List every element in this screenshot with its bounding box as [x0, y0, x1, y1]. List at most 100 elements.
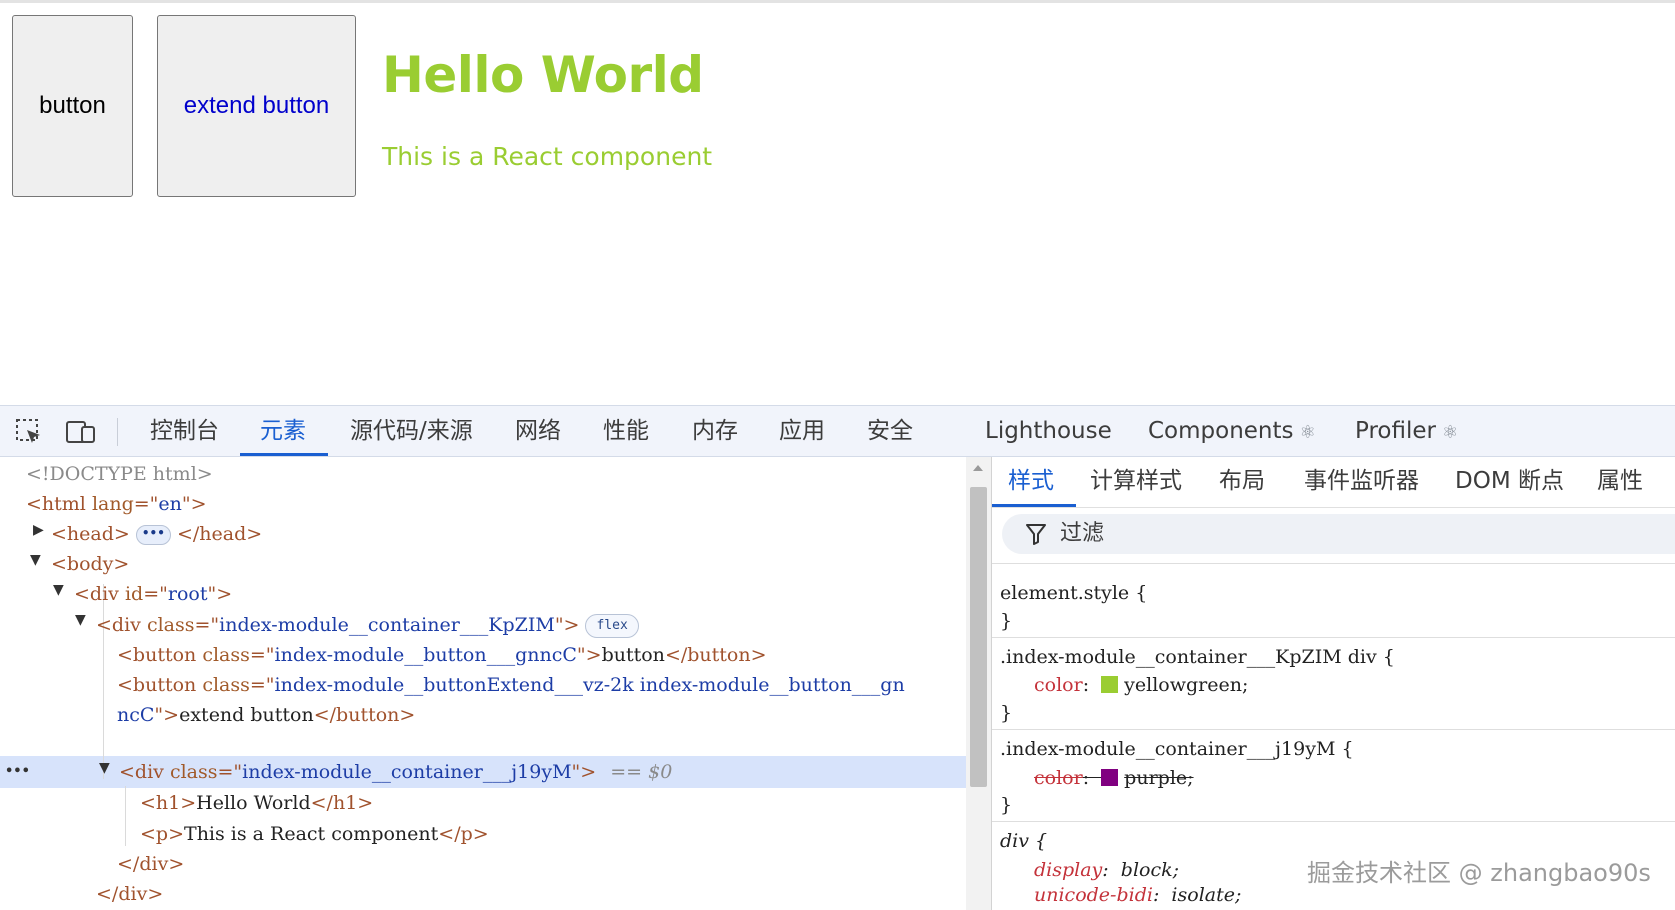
scrollbar-thumb[interactable] — [970, 487, 987, 787]
tab-profiler[interactable]: Profiler ⚛ — [1355, 406, 1458, 456]
tab-memory[interactable]: 内存 — [692, 406, 738, 456]
collapsed-content-ellipsis[interactable]: ••• — [135, 525, 171, 545]
expand-triangle-icon[interactable]: ▶ — [33, 522, 44, 538]
rule-separator — [992, 637, 1675, 638]
attr-name: class — [202, 674, 250, 696]
elements-tree: <!DOCTYPE html> <html lang="en"> ▶ <head… — [0, 457, 966, 910]
rule1-declaration[interactable]: color: yellowgreen; — [1034, 671, 1248, 699]
tag-name: button — [132, 674, 197, 696]
watermark: 掘金技术社区 @ zhangbao90s — [1307, 859, 1651, 887]
button-node[interactable]: <button class="index-module__button___gn… — [117, 640, 767, 670]
devtools-panel: 控制台 元素 源代码/来源 网络 性能 内存 应用 安全 Lighthouse … — [0, 405, 1675, 910]
styles-tabbar: 样式 计算样式 布局 事件监听器 DOM 断点 属性 — [992, 457, 1675, 508]
property-value: block; — [1120, 859, 1180, 881]
rule-close-brace: } — [1000, 610, 1013, 632]
tab-performance[interactable]: 性能 — [603, 406, 649, 456]
property-name: display — [1034, 859, 1103, 881]
styles-pane: 样式 计算样式 布局 事件监听器 DOM 断点 属性 过滤 element.st… — [992, 457, 1675, 910]
rule-separator — [992, 729, 1675, 730]
tag-name: head — [66, 523, 114, 545]
tab-security[interactable]: 安全 — [867, 406, 913, 456]
tab-components[interactable]: Components ⚛ — [1148, 406, 1316, 456]
node-text: Hello World — [196, 792, 311, 814]
node-text: extend button — [179, 704, 314, 726]
color-swatch[interactable] — [1101, 769, 1119, 786]
react-logo-icon: ⚛ — [1299, 422, 1316, 443]
device-toolbar-icon[interactable] — [66, 417, 96, 447]
tab-styles[interactable]: 样式 — [1008, 457, 1054, 505]
selected-container-div-node[interactable]: <div class="index-module__container___j1… — [119, 757, 672, 787]
active-tab-indicator — [240, 453, 328, 456]
element-style-selector[interactable]: element.style { — [1000, 579, 1147, 607]
rule-separator — [992, 821, 1675, 822]
row-options-menu[interactable]: ••• — [5, 757, 30, 787]
node-text: This is a React component — [184, 823, 439, 845]
closing-div-node[interactable]: </div> — [117, 849, 184, 879]
tag-name: button — [336, 704, 400, 726]
rule1-selector[interactable]: .index-module__container___KpZIM div { — [1000, 643, 1395, 671]
tab-properties[interactable]: 属性 — [1597, 457, 1643, 505]
doctype-node[interactable]: <!DOCTYPE html> — [26, 459, 213, 489]
extend-button-node-continued[interactable]: ncC">extend button</button> — [117, 700, 415, 730]
tab-dom-breakpoints[interactable]: DOM 断点 — [1455, 457, 1564, 505]
active-tab-indicator — [992, 504, 1076, 507]
attr-value: index-module__button___gnncC — [274, 644, 577, 666]
attr-value: index-module__buttonExtend___vz-2k index… — [274, 674, 905, 696]
h1-node[interactable]: <h1>Hello World</h1> — [140, 788, 373, 818]
tag-name: div — [139, 853, 169, 875]
extend-button-node[interactable]: <button class="index-module__buttonExten… — [117, 670, 905, 700]
p-node[interactable]: <p>This is a React component</p> — [140, 819, 489, 849]
tag-name: body — [66, 553, 114, 575]
collapse-triangle-icon[interactable]: ▼ — [99, 760, 110, 776]
tab-layout[interactable]: 布局 — [1219, 457, 1265, 505]
page-heading: Hello World — [382, 46, 704, 104]
container-div-node[interactable]: <div class="index-module__container___Kp… — [96, 610, 639, 640]
head-node[interactable]: <head> ••• </head> — [51, 519, 262, 549]
devtools-toolbar: 控制台 元素 源代码/来源 网络 性能 内存 应用 安全 Lighthouse … — [0, 405, 1675, 457]
page-button[interactable]: button — [12, 15, 133, 197]
tab-elements[interactable]: 元素 — [260, 406, 306, 456]
body-node[interactable]: <body> — [51, 549, 129, 579]
closing-div-node[interactable]: </div> — [96, 879, 163, 909]
tab-profiler-label: Profiler — [1355, 418, 1436, 444]
tag-name: div — [134, 761, 164, 783]
react-logo-icon: ⚛ — [1441, 422, 1459, 443]
rule-close-brace: } — [1000, 794, 1013, 816]
html-node[interactable]: <html lang="en"> — [26, 489, 207, 519]
toolbar-separator — [117, 418, 118, 446]
tab-computed[interactable]: 计算样式 — [1090, 457, 1182, 505]
tab-sources[interactable]: 源代码/来源 — [350, 406, 473, 456]
page-paragraph: This is a React component — [382, 142, 713, 171]
scroll-up-arrow-icon[interactable] — [973, 465, 983, 471]
collapse-triangle-icon[interactable]: ▼ — [53, 582, 64, 598]
color-swatch[interactable] — [1101, 676, 1119, 693]
collapse-triangle-icon[interactable]: ▼ — [30, 552, 41, 568]
page-extend-button[interactable]: extend button — [157, 15, 356, 197]
tag-name: head — [199, 523, 247, 545]
tag-name: h1 — [155, 792, 181, 814]
filter-placeholder: 过滤 — [1060, 521, 1105, 546]
flex-badge[interactable]: flex — [585, 614, 639, 638]
root-div-node[interactable]: <div id="root"> — [74, 579, 232, 609]
user-agent-selector[interactable]: div { — [1000, 827, 1047, 855]
rule-close-brace: } — [1000, 702, 1013, 724]
tab-console[interactable]: 控制台 — [150, 406, 219, 456]
inspect-element-icon[interactable] — [14, 417, 44, 447]
tab-network[interactable]: 网络 — [515, 406, 561, 456]
tab-event-listeners[interactable]: 事件监听器 — [1304, 457, 1419, 505]
viewport-top-border — [0, 0, 1675, 3]
elements-scrollbar[interactable] — [966, 457, 991, 910]
attr-value: ncC — [117, 704, 155, 726]
property-name: color — [1034, 767, 1083, 789]
styles-filter-input[interactable]: 过滤 — [1002, 514, 1675, 554]
rule2-declaration-overridden[interactable]: color: purple; — [1034, 764, 1194, 792]
tab-lighthouse[interactable]: Lighthouse — [985, 406, 1112, 456]
attr-name: class — [202, 644, 250, 666]
tab-application[interactable]: 应用 — [779, 406, 825, 456]
ua-declaration-unicode-bidi: unicode-bidi: isolate; — [1034, 884, 1242, 906]
attr-value: en — [158, 493, 182, 515]
rule-separator — [992, 563, 1675, 564]
rule2-selector[interactable]: .index-module__container___j19yM { — [1000, 735, 1354, 763]
collapse-triangle-icon[interactable]: ▼ — [75, 612, 86, 628]
tag-name: button — [132, 644, 197, 666]
